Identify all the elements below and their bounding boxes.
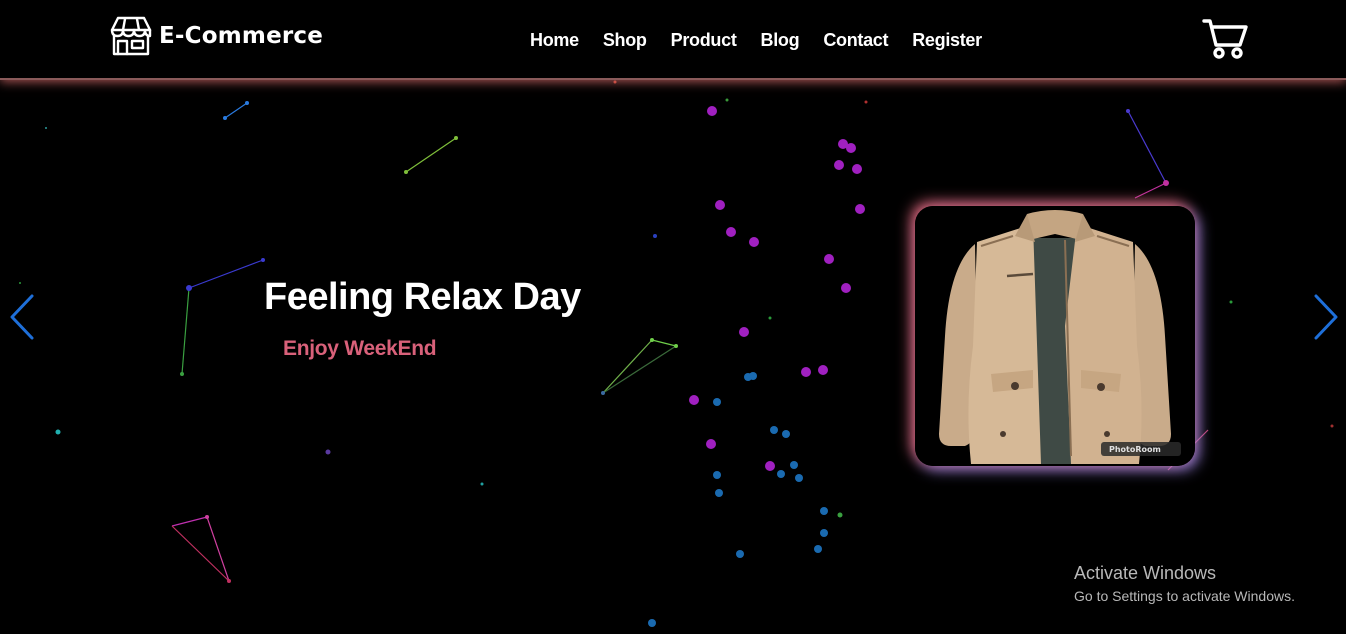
chevron-left-icon[interactable] xyxy=(8,293,38,341)
nav-link-home[interactable]: Home xyxy=(530,30,579,51)
storefront-icon xyxy=(110,16,152,56)
hero-slider: Feeling Relax Day Enjoy WeekEnd PhotoRoo… xyxy=(0,80,1346,634)
watermark-title: Activate Windows xyxy=(1074,563,1217,583)
nav-link-product[interactable]: Product xyxy=(671,30,737,51)
product-image-frame: PhotoRoom xyxy=(915,206,1195,466)
watermark-subtitle: Go to Settings to activate Windows. xyxy=(1074,588,1295,604)
nav-link-blog[interactable]: Blog xyxy=(761,30,800,51)
nav-link-register[interactable]: Register xyxy=(912,30,982,51)
page: E-Commerce Home Shop Product Blog Contac… xyxy=(0,0,1346,634)
nav-link-contact[interactable]: Contact xyxy=(823,30,888,51)
shopping-cart-icon[interactable] xyxy=(1202,18,1248,60)
brand-logo[interactable]: E-Commerce xyxy=(110,16,323,56)
slide-title: Feeling Relax Day xyxy=(264,276,581,318)
brand-name: E-Commerce xyxy=(159,23,324,49)
jacket-product-image: PhotoRoom xyxy=(915,206,1195,466)
activate-windows-watermark: Activate Windows Go to Settings to activ… xyxy=(1074,563,1295,604)
chevron-right-icon[interactable] xyxy=(1310,293,1340,341)
main-nav: Home Shop Product Blog Contact Register xyxy=(530,30,982,51)
nav-link-shop[interactable]: Shop xyxy=(603,30,647,51)
slide-subtitle: Enjoy WeekEnd xyxy=(283,337,437,360)
photoroom-badge: PhotoRoom xyxy=(1109,445,1161,454)
navbar: E-Commerce Home Shop Product Blog Contac… xyxy=(0,0,1346,80)
